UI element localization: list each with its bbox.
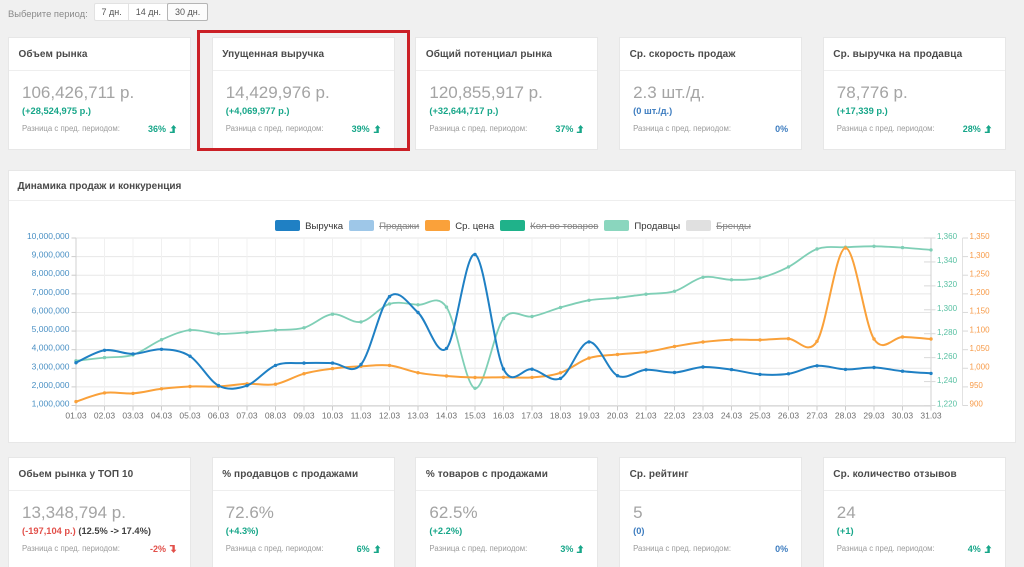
svg-text:1,320: 1,320 [937,280,958,289]
svg-text:1,360: 1,360 [937,232,958,241]
svg-text:1,200: 1,200 [970,288,991,297]
svg-text:1,340: 1,340 [937,256,958,265]
svg-text:18.03: 18.03 [550,410,572,420]
svg-text:1,100: 1,100 [970,325,991,334]
svg-text:1,260: 1,260 [937,352,958,361]
svg-text:21.03: 21.03 [635,410,657,420]
svg-text:28.03: 28.03 [835,410,857,420]
svg-text:4,000,000: 4,000,000 [32,343,70,353]
svg-text:900: 900 [970,400,984,409]
svg-text:07.03: 07.03 [236,410,258,420]
svg-text:1,300: 1,300 [970,251,991,260]
svg-text:1,300: 1,300 [937,304,958,313]
svg-text:29.03: 29.03 [863,410,885,420]
svg-text:1,250: 1,250 [970,269,991,278]
svg-text:10,000,000: 10,000,000 [27,231,70,241]
svg-text:6,000,000: 6,000,000 [32,305,70,315]
svg-text:13.03: 13.03 [407,410,429,420]
svg-text:20.03: 20.03 [607,410,629,420]
svg-text:25.03: 25.03 [749,410,771,420]
svg-text:24.03: 24.03 [721,410,743,420]
svg-text:8,000,000: 8,000,000 [32,268,70,278]
svg-text:1,000,000: 1,000,000 [32,399,70,409]
svg-text:1,240: 1,240 [937,376,958,385]
svg-text:9,000,000: 9,000,000 [32,250,70,260]
svg-text:1,280: 1,280 [937,328,958,337]
svg-text:22.03: 22.03 [664,410,686,420]
svg-text:30.03: 30.03 [892,410,914,420]
svg-text:7,000,000: 7,000,000 [32,287,70,297]
svg-text:15.03: 15.03 [464,410,486,420]
svg-text:1,050: 1,050 [970,344,991,353]
svg-text:09.03: 09.03 [293,410,315,420]
svg-text:01.03: 01.03 [65,410,87,420]
svg-text:31.03: 31.03 [920,410,942,420]
svg-text:3,000,000: 3,000,000 [32,361,70,371]
svg-text:05.03: 05.03 [179,410,201,420]
svg-text:11.03: 11.03 [351,410,372,420]
svg-text:1,000: 1,000 [970,362,991,371]
svg-text:5,000,000: 5,000,000 [32,324,70,334]
svg-text:19.03: 19.03 [578,410,600,420]
svg-text:02.03: 02.03 [94,410,116,420]
svg-text:23.03: 23.03 [692,410,714,420]
svg-text:16.03: 16.03 [493,410,515,420]
svg-text:06.03: 06.03 [208,410,230,420]
svg-text:27.03: 27.03 [806,410,828,420]
svg-text:1,350: 1,350 [970,232,991,241]
svg-text:17.03: 17.03 [521,410,543,420]
svg-text:2,000,000: 2,000,000 [32,380,70,390]
svg-text:10.03: 10.03 [322,410,344,420]
svg-text:08.03: 08.03 [265,410,287,420]
svg-text:04.03: 04.03 [151,410,173,420]
svg-text:1,150: 1,150 [970,307,991,316]
svg-text:03.03: 03.03 [122,410,144,420]
svg-text:26.03: 26.03 [778,410,800,420]
svg-text:14.03: 14.03 [436,410,458,420]
svg-text:12.03: 12.03 [379,410,401,420]
svg-text:1,220: 1,220 [937,400,958,409]
svg-text:950: 950 [970,381,984,390]
